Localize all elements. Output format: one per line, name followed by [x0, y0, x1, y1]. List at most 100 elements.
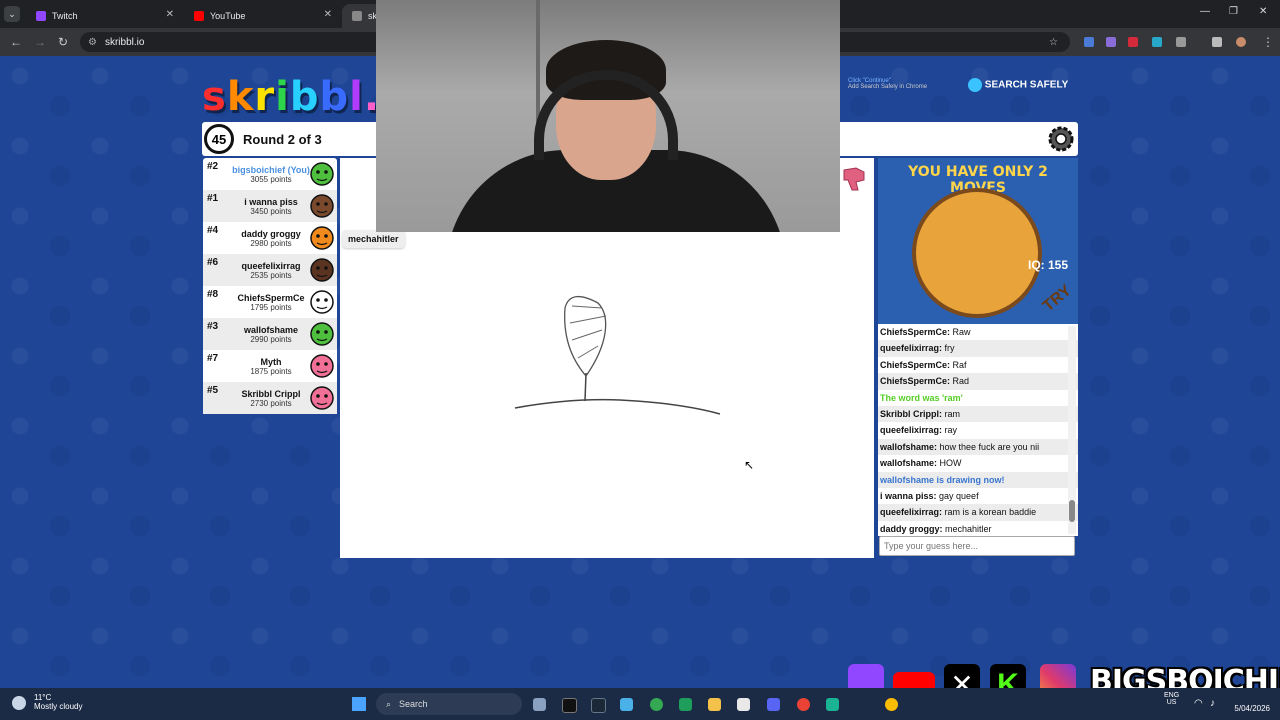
player-points: 1875 points: [250, 367, 292, 376]
app-icon[interactable]: [620, 698, 633, 711]
chat-message: daddy groggy: mechahitler: [878, 521, 1078, 536]
forward-icon[interactable]: →: [34, 35, 46, 49]
player-avatar: [310, 162, 334, 186]
player-row[interactable]: #7 Myth 1875 points: [203, 350, 337, 382]
pencil-icon: [352, 11, 362, 21]
guess-input[interactable]: [879, 536, 1075, 556]
region-code: US: [1166, 699, 1177, 706]
search-safely-line2: Add Search Safely in Chrome: [848, 84, 928, 90]
player-row[interactable]: #5 Skribbl Crippl 2730 points: [203, 382, 337, 414]
system-date: 5/04/2026: [1234, 704, 1270, 713]
player-row[interactable]: #1 i wanna piss 3450 points: [203, 190, 337, 222]
tab-twitch[interactable]: Twitch ✕: [26, 4, 182, 28]
lang-code: ENG: [1164, 692, 1180, 699]
capcut-icon[interactable]: [562, 698, 577, 713]
chrome-icon[interactable]: [885, 698, 898, 711]
youtube-icon: [194, 11, 204, 21]
file-explorer-icon[interactable]: [708, 698, 721, 711]
player-row[interactable]: #2 bigsboichief (You) 3055 points: [203, 158, 337, 190]
site-info-icon[interactable]: ⚙: [88, 37, 97, 48]
chat-text: ray: [944, 425, 958, 436]
windows-start-icon[interactable]: [352, 697, 366, 711]
discord-icon[interactable]: [767, 698, 780, 711]
guess-bubble: mechahitler: [342, 230, 405, 248]
player-row[interactable]: #4 daddy groggy 2980 points: [203, 222, 337, 254]
language-indicator[interactable]: ENG US: [1164, 692, 1179, 706]
player-points: 2535 points: [250, 271, 292, 280]
tab-youtube[interactable]: YouTube ✕: [184, 4, 340, 28]
chat-user: ChiefsSpermCe:: [880, 376, 951, 387]
close-window-icon[interactable]: ✕: [1259, 6, 1267, 17]
system-text: wallofshame is drawing now!: [880, 474, 1005, 485]
taskbar-search[interactable]: ⌕ Search: [376, 693, 522, 715]
chat-message: queefelixirrag: ram is a korean baddie: [878, 504, 1078, 521]
steam-icon[interactable]: [591, 698, 606, 713]
ad-head-graphic: [912, 188, 1042, 318]
maximize-icon[interactable]: ❐: [1229, 6, 1238, 17]
chat-user: ChiefsSpermCe:: [880, 359, 951, 370]
player-name: bigsboichief (You): [232, 165, 310, 175]
extension-icon-4[interactable]: [1152, 37, 1162, 47]
player-row[interactable]: #6 queefelixirrag 2535 points: [203, 254, 337, 286]
player-avatar: [310, 194, 334, 218]
chrome-icon[interactable]: [797, 698, 810, 711]
player-rank: #2: [207, 161, 219, 172]
tab-label: YouTube: [210, 11, 246, 21]
profile-avatar[interactable]: [1236, 37, 1246, 47]
weather-temp: 11°C: [34, 693, 52, 702]
media-icon[interactable]: [1212, 37, 1222, 47]
chrome-icon[interactable]: [650, 698, 663, 711]
player-list: #2 bigsboichief (You) 3055 points #1 i wanna…: [203, 158, 337, 414]
chat-message: wallofshame: how thee fuck are you nii: [878, 438, 1078, 456]
chat-scroll-thumb[interactable]: [1069, 500, 1075, 522]
app-icon[interactable]: [826, 698, 839, 711]
bookmark-star-icon[interactable]: ☆: [1049, 37, 1058, 48]
chat-message: i wanna piss: gay queef: [878, 488, 1078, 504]
extension-icon-1[interactable]: [1084, 37, 1094, 47]
chat-user: wallofshame:: [880, 441, 938, 452]
chat-message: ChiefsSpermCe: Raf: [878, 357, 1078, 373]
chat-message: wallofshame: HOW: [878, 455, 1078, 471]
player-row[interactable]: #8 ChiefsSpermCe 1795 points: [203, 286, 337, 318]
shield-icon: [968, 78, 982, 92]
windows-taskbar: 11°C Mostly cloudy ⌕ Search ENG US ◠ ♪ 5…: [0, 688, 1280, 720]
search-safely-logo[interactable]: SEARCH SAFELY: [968, 78, 1068, 92]
player-points: 3450 points: [250, 207, 292, 216]
weather-widget[interactable]: 11°C Mostly cloudy: [34, 693, 82, 711]
close-icon[interactable]: ✕: [324, 9, 332, 20]
task-view-icon[interactable]: [533, 698, 546, 711]
player-name: Myth: [260, 357, 282, 367]
round-indicator: Round 2 of 3: [243, 132, 322, 147]
chat-message: Skribbl Crippl: ram: [878, 405, 1078, 423]
dislike-icon[interactable]: [840, 162, 870, 192]
player-row[interactable]: #3 wallofshame 2990 points: [203, 318, 337, 350]
player-rank: #6: [207, 257, 219, 268]
player-avatar: [310, 258, 334, 282]
skribbl-logo: skribbl.i: [202, 74, 394, 120]
chat-text: gay queef: [939, 490, 979, 501]
extension-icon-2[interactable]: [1106, 37, 1116, 47]
volume-icon[interactable]: ♪: [1210, 698, 1215, 709]
search-safely-ad[interactable]: Click "Continue" Add Search Safely in Ch…: [848, 78, 927, 90]
menu-icon[interactable]: ⋮: [1262, 35, 1274, 49]
store-icon[interactable]: [737, 698, 750, 711]
settings-gear-icon[interactable]: [1046, 124, 1076, 154]
ad-try: TRY: [1039, 282, 1075, 316]
weather-desc: Mostly cloudy: [34, 702, 83, 711]
taskbar-search-label: Search: [399, 699, 428, 709]
chat-system-message: The word was 'ram': [878, 390, 1078, 406]
back-icon[interactable]: ←: [10, 35, 22, 49]
wifi-icon[interactable]: ◠: [1194, 698, 1203, 709]
chat-text: Raf: [952, 359, 967, 370]
system-clock[interactable]: 5/04/2026: [1224, 692, 1270, 713]
tab-list-button[interactable]: ⌄: [4, 6, 20, 22]
excel-icon[interactable]: [679, 698, 692, 711]
player-avatar: [310, 322, 334, 346]
reload-icon[interactable]: ↻: [58, 35, 68, 49]
close-icon[interactable]: ✕: [166, 9, 174, 20]
chat-user: queefelixirrag:: [880, 343, 943, 354]
minimize-icon[interactable]: —: [1200, 6, 1210, 17]
extension-icon-3[interactable]: [1128, 37, 1138, 47]
extensions-puzzle-icon[interactable]: [1176, 37, 1186, 47]
ad-banner[interactable]: YOU HAVE ONLY 2 MOVES IQ: 155 TRY: [878, 158, 1078, 324]
